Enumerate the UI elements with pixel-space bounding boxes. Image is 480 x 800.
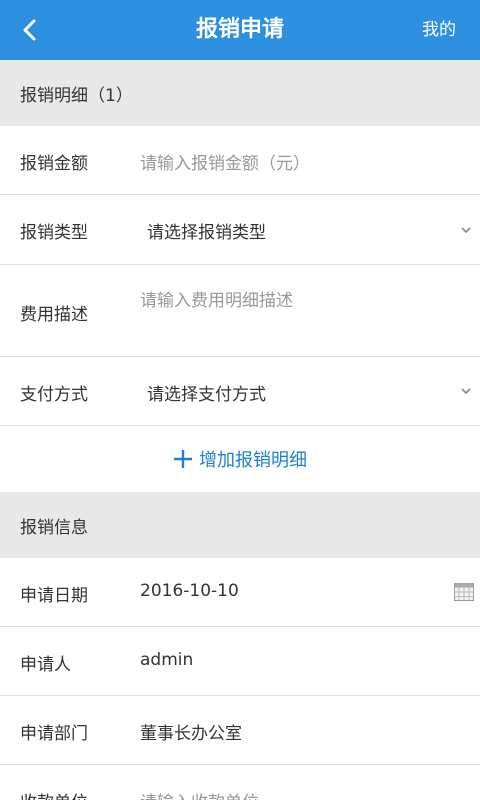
applicant-label: 申请人: [20, 655, 71, 675]
amount-input[interactable]: 请输入报销金额（元）: [140, 149, 310, 174]
payee-input[interactable]: 请输入收款单位: [140, 788, 259, 800]
page-title: 报销申请: [195, 17, 284, 42]
applicant-value: admin: [140, 650, 194, 670]
payee-row[interactable]: 收款单位 请输入收款单位: [0, 765, 480, 800]
description-input[interactable]: 请输入费用明细描述: [140, 286, 293, 311]
payment-row[interactable]: 支付方式 请选择支付方式: [0, 357, 480, 426]
department-value: 董事长办公室: [140, 724, 242, 744]
add-detail-button[interactable]: 增加报销明细: [0, 426, 480, 492]
department-row: 申请部门 董事长办公室: [0, 696, 480, 765]
payment-label: 支付方式: [20, 385, 88, 405]
type-select[interactable]: 请选择报销类型: [147, 218, 266, 243]
payment-select[interactable]: 请选择支付方式: [147, 380, 266, 405]
description-label: 费用描述: [20, 305, 88, 325]
type-row[interactable]: 报销类型 请选择报销类型: [0, 195, 480, 265]
add-detail-label: 增加报销明细: [199, 450, 307, 471]
section-header-info: 报销信息: [0, 492, 480, 558]
top-bar: 报销申请 我的: [0, 0, 480, 60]
date-row[interactable]: 申请日期 2016-10-10: [0, 558, 480, 627]
section-header-detail: 报销明细（1）: [0, 60, 480, 126]
mine-link[interactable]: 我的: [422, 0, 456, 60]
plus-icon: [174, 450, 192, 468]
description-row[interactable]: 费用描述 请输入费用明细描述: [0, 265, 480, 357]
calendar-icon[interactable]: [454, 583, 474, 601]
chevron-down-icon: [461, 227, 471, 234]
chevron-down-icon: [461, 388, 471, 395]
amount-row[interactable]: 报销金额 请输入报销金额（元）: [0, 126, 480, 195]
date-label: 申请日期: [20, 586, 88, 606]
amount-label: 报销金额: [20, 154, 88, 174]
payee-label: 收款单位: [20, 788, 88, 800]
department-label: 申请部门: [20, 724, 88, 744]
applicant-row: 申请人 admin: [0, 627, 480, 696]
type-label: 报销类型: [20, 223, 88, 243]
date-value[interactable]: 2016-10-10: [140, 581, 239, 601]
